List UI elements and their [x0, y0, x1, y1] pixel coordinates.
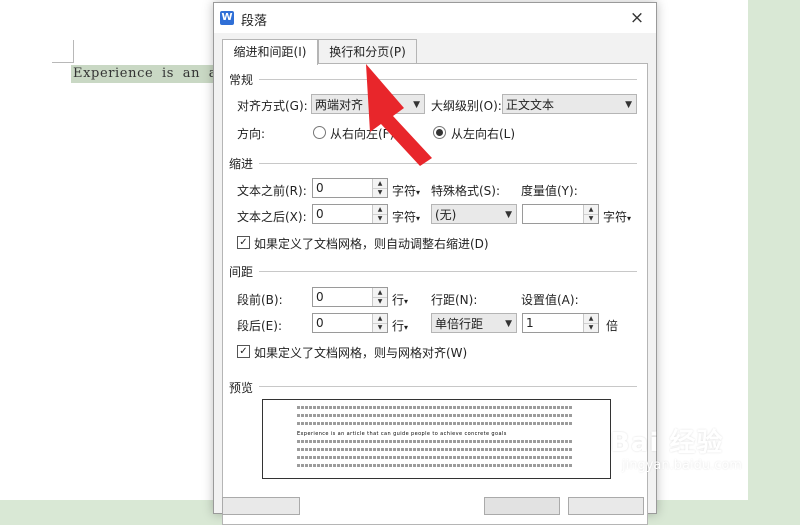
section-spacing-heading: 间距 — [229, 265, 254, 279]
preview-previous-line — [297, 406, 573, 409]
direction-rtl-label[interactable]: 从右向左(F) — [330, 125, 394, 142]
spacing-grid-checkbox[interactable]: ✓ — [237, 345, 250, 358]
set-value-stepper[interactable]: 1 ▲ ▼ — [522, 313, 599, 333]
section-divider — [259, 163, 637, 164]
indent-before-label: 文本之前(R): — [237, 184, 307, 198]
set-value-label: 设置值(A): — [521, 293, 579, 307]
outline-level-select[interactable]: 正文文本 ▼ — [502, 94, 637, 114]
line-spacing-label: 行距(N): — [431, 293, 478, 307]
indent-after-value: 0 — [316, 207, 324, 221]
direction-label: 方向: — [237, 127, 266, 141]
measure-unit[interactable]: 字符▾ — [603, 208, 631, 225]
space-after-value: 0 — [316, 316, 324, 330]
spin-down-icon[interactable]: ▼ — [584, 214, 598, 223]
paragraph-dialog: W 段落 × 缩进和间距(I) 换行和分页(P) 常规 对齐方式(G): 两端对… — [213, 2, 657, 525]
margin-mark-horizontal — [52, 62, 74, 63]
special-format-value: (无) — [435, 208, 457, 222]
indent-grid-checkbox-label[interactable]: 如果定义了文档网格，则自动调整右缩进(D) — [254, 235, 489, 252]
section-divider — [259, 386, 637, 387]
background-strip — [748, 0, 800, 500]
dropdown-arrow-icon: ▼ — [413, 100, 420, 110]
dropdown-arrow-icon: ▼ — [505, 210, 512, 220]
special-format-label: 特殊格式(S): — [431, 184, 501, 198]
indent-after-label: 文本之后(X): — [237, 210, 307, 224]
section-preview-heading: 预览 — [229, 381, 254, 395]
space-before-label: 段前(B): — [237, 293, 283, 307]
indent-after-stepper[interactable]: 0 ▲ ▼ — [312, 204, 388, 224]
preview-following-line — [297, 440, 573, 443]
section-indent-heading: 缩进 — [229, 157, 254, 171]
spin-down-icon[interactable]: ▼ — [373, 297, 387, 306]
space-before-stepper[interactable]: 0 ▲ ▼ — [312, 287, 388, 307]
preview-previous-line — [297, 422, 573, 425]
wps-writer-icon: W — [220, 11, 234, 25]
set-value-unit: 倍 — [606, 319, 619, 333]
preview-following-line — [297, 464, 573, 467]
watermark-url: jingyan.baidu.com — [622, 458, 742, 473]
spin-down-icon[interactable]: ▼ — [373, 214, 387, 223]
dialog-title: 段落 — [241, 14, 268, 29]
alignment-select[interactable]: 两端对齐 ▼ — [311, 94, 425, 114]
tab-line-page-breaks[interactable]: 换行和分页(P) — [318, 39, 417, 64]
dropdown-arrow-icon: ▼ — [505, 319, 512, 329]
dialog-titlebar[interactable]: W 段落 × — [214, 3, 656, 33]
spin-down-icon[interactable]: ▼ — [373, 188, 387, 197]
section-divider — [259, 79, 637, 80]
indent-after-unit[interactable]: 字符▾ — [392, 208, 420, 225]
space-after-stepper[interactable]: 0 ▲ ▼ — [312, 313, 388, 333]
section-general-heading: 常规 — [229, 73, 254, 87]
special-format-select[interactable]: (无) ▼ — [431, 204, 517, 224]
measure-label: 度量值(Y): — [521, 184, 578, 198]
dropdown-arrow-icon: ▼ — [625, 100, 632, 110]
preview-sample-text: Experience is an article that can guide … — [297, 431, 507, 437]
spin-down-icon[interactable]: ▼ — [584, 323, 598, 332]
preview-following-line — [297, 456, 573, 459]
direction-ltr-radio[interactable] — [433, 126, 446, 139]
paragraph-preview: Experience is an article that can guide … — [262, 399, 611, 479]
close-button[interactable]: × — [626, 7, 648, 29]
alignment-label: 对齐方式(G): — [237, 99, 308, 113]
space-before-unit[interactable]: 行▾ — [392, 291, 408, 308]
indent-before-value: 0 — [316, 181, 324, 195]
direction-ltr-label[interactable]: 从左向右(L) — [451, 125, 515, 142]
outline-level-label: 大纲级别(O): — [431, 99, 502, 113]
tab-indent-spacing[interactable]: 缩进和间距(I) — [222, 39, 318, 65]
line-spacing-select[interactable]: 单倍行距 ▼ — [431, 313, 517, 333]
space-after-label: 段后(E): — [237, 319, 282, 333]
indent-grid-checkbox[interactable]: ✓ — [237, 236, 250, 249]
indent-before-unit[interactable]: 字符▾ — [392, 182, 420, 199]
watermark-logo-text: Bai 经验 — [610, 428, 724, 458]
set-value-value: 1 — [526, 316, 534, 330]
preview-following-line — [297, 448, 573, 451]
section-divider — [259, 271, 637, 272]
indent-before-stepper[interactable]: 0 ▲ ▼ — [312, 178, 388, 198]
margin-mark-vertical — [73, 40, 74, 62]
alignment-value: 两端对齐 — [315, 98, 364, 112]
line-spacing-value: 单倍行距 — [435, 317, 484, 331]
outline-level-value: 正文文本 — [506, 98, 555, 112]
direction-rtl-radio[interactable] — [313, 126, 326, 139]
space-before-value: 0 — [316, 290, 324, 304]
spin-down-icon[interactable]: ▼ — [373, 323, 387, 332]
spacing-grid-checkbox-label[interactable]: 如果定义了文档网格，则与网格对齐(W) — [254, 344, 467, 361]
preview-previous-line — [297, 414, 573, 417]
measure-stepper[interactable]: ▲ ▼ — [522, 204, 599, 224]
space-after-unit[interactable]: 行▾ — [392, 317, 408, 334]
